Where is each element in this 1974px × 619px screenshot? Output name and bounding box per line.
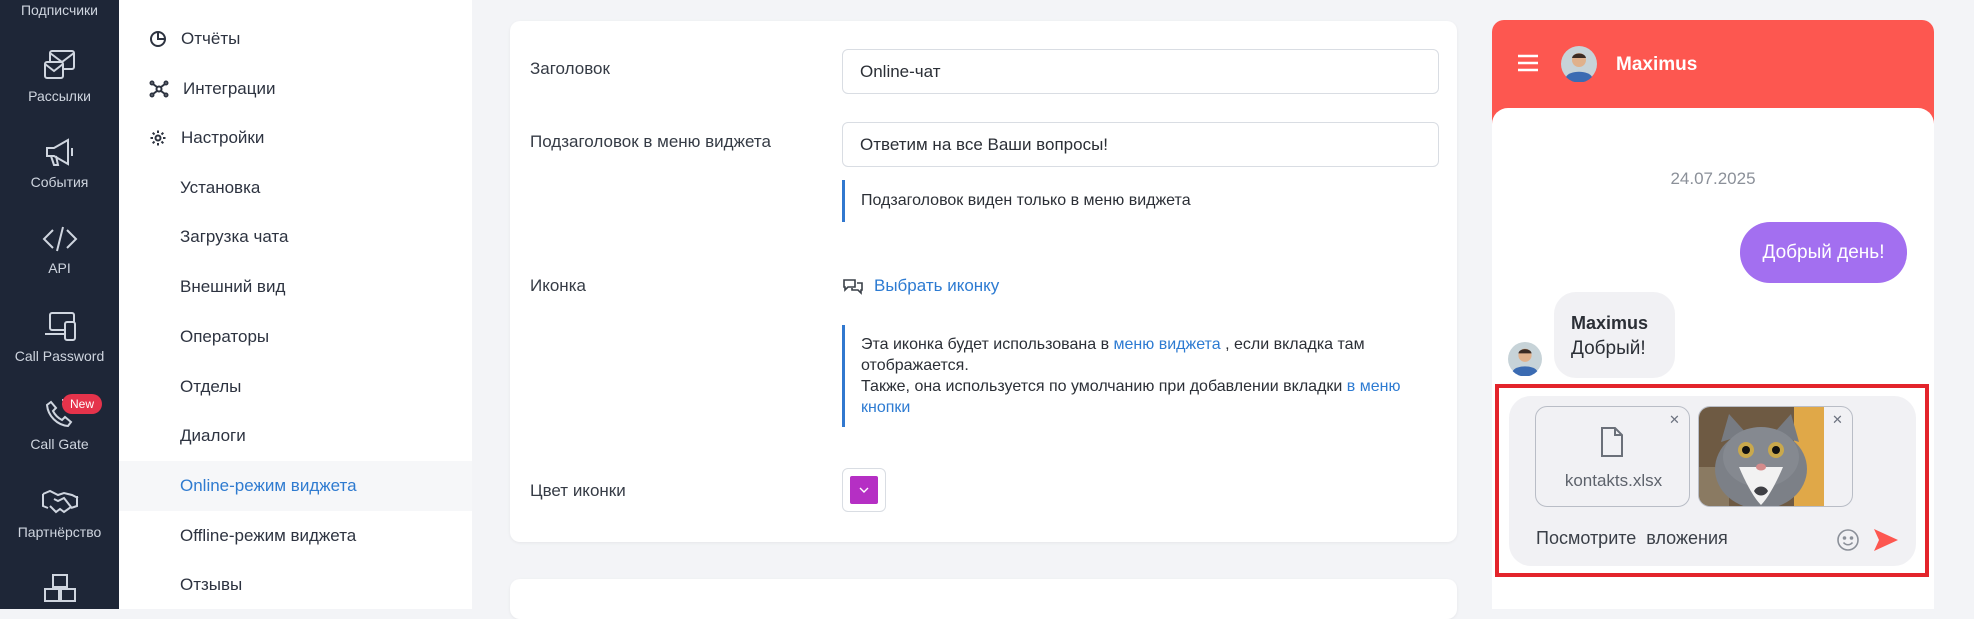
nav-item-dialogs[interactable]: Диалоги bbox=[119, 411, 472, 461]
nav-label: Offline-режим виджета bbox=[180, 526, 357, 545]
chevron-down-icon bbox=[859, 487, 869, 493]
megaphone-icon bbox=[45, 138, 73, 166]
chat-bubbles-icon bbox=[843, 279, 863, 295]
rail-item-mailings[interactable]: Рассылки bbox=[0, 48, 119, 104]
nav-label: Отчёты bbox=[181, 29, 241, 48]
incoming-sender: Maximus bbox=[1571, 313, 1649, 333]
code-icon bbox=[42, 226, 77, 252]
rail-item-call-password[interactable]: Call Password bbox=[0, 310, 119, 364]
nav-label: Отделы bbox=[180, 377, 242, 396]
nav-item-offline-mode[interactable]: Offline-режим виджета bbox=[119, 511, 472, 561]
incoming-message-text: Добрый! bbox=[1571, 338, 1646, 359]
settings-sidebar: Отчёты Интеграции Настройки Установка За… bbox=[119, 0, 472, 609]
rail-item-label: Рассылки bbox=[28, 88, 91, 104]
rail-item-events[interactable]: События bbox=[0, 136, 119, 190]
icon-hint-text-3: Также, она используется по умолчанию при… bbox=[861, 378, 1343, 395]
nav-label: Интеграции bbox=[183, 79, 276, 98]
subtitle-input-value: Ответим на все Ваши вопросы! bbox=[860, 134, 1109, 154]
pie-chart-icon bbox=[150, 31, 166, 47]
incoming-message: Maximus Добрый! bbox=[1554, 292, 1675, 378]
title-input[interactable]: Online-чат bbox=[842, 49, 1439, 94]
nav-item-settings[interactable]: Настройки bbox=[119, 113, 472, 163]
nav-item-reports[interactable]: Отчёты bbox=[119, 14, 472, 64]
nav-item-departments[interactable]: Отделы bbox=[119, 362, 472, 412]
nav-item-install[interactable]: Установка bbox=[119, 163, 472, 213]
nav-label: Online-режим виджета bbox=[180, 476, 357, 495]
nav-item-online-mode[interactable]: Online-режим виджета bbox=[119, 461, 472, 511]
operator-avatar bbox=[1561, 46, 1597, 82]
nav-label: Настройки bbox=[181, 128, 265, 147]
icon-color-label: Цвет иконки bbox=[530, 481, 626, 500]
rail-item-label: Call Gate bbox=[30, 436, 89, 452]
outgoing-message-text: Добрый день! bbox=[1762, 241, 1885, 263]
chat-header: Maximus bbox=[1492, 20, 1934, 108]
nav-item-reviews[interactable]: Отзывы bbox=[119, 560, 472, 610]
nav-item-operators[interactable]: Операторы bbox=[119, 312, 472, 362]
subtitle-label: Подзаголовок в меню виджета bbox=[530, 132, 771, 151]
icon-hint-text-1: Эта иконка будет использована в bbox=[861, 336, 1110, 353]
mailing-icon bbox=[43, 50, 75, 79]
devices-icon bbox=[44, 312, 76, 341]
nav-item-integrations[interactable]: Интеграции bbox=[119, 64, 472, 114]
icon-label: Иконка bbox=[530, 276, 586, 295]
main-sidebar: Подписчики Рассылки События API Call Pas… bbox=[0, 0, 119, 609]
boxes-icon bbox=[43, 574, 76, 602]
color-swatch bbox=[850, 476, 878, 504]
gear-icon bbox=[150, 130, 166, 146]
nav-label: Операторы bbox=[180, 327, 270, 346]
nav-label: Установка bbox=[180, 178, 261, 197]
choose-icon-link[interactable]: Выбрать иконку bbox=[842, 276, 999, 296]
rail-item-api[interactable]: API bbox=[0, 224, 119, 276]
nav-label: Диалоги bbox=[180, 426, 246, 445]
hamburger-menu-icon[interactable] bbox=[1517, 54, 1539, 72]
new-badge: New bbox=[62, 394, 103, 414]
next-card bbox=[510, 579, 1457, 619]
nav-label: Отзывы bbox=[180, 575, 243, 594]
icon-color-picker[interactable] bbox=[842, 468, 886, 512]
nav-label: Внешний вид bbox=[180, 277, 286, 296]
outgoing-message: Добрый день! bbox=[1740, 222, 1907, 283]
rail-item-label: API bbox=[48, 260, 71, 276]
nav-item-appearance[interactable]: Внешний вид bbox=[119, 262, 472, 312]
subtitle-hint: Подзаголовок виден только в меню виджета bbox=[842, 180, 1191, 222]
rail-item-label: Партнёрство bbox=[17, 524, 102, 540]
incoming-avatar bbox=[1508, 342, 1542, 376]
rail-item-label: События bbox=[30, 174, 89, 190]
subtitle-input[interactable]: Ответим на все Ваши вопросы! bbox=[842, 122, 1439, 167]
choose-icon-text: Выбрать иконку bbox=[874, 276, 1000, 295]
operator-name: Maximus bbox=[1616, 54, 1698, 75]
rail-item-subscribers[interactable]: Подписчики bbox=[0, 2, 119, 18]
handshake-icon bbox=[41, 489, 78, 514]
title-label: Заголовок bbox=[530, 59, 610, 78]
rail-item-more[interactable] bbox=[0, 572, 119, 614]
nav-item-chat-loading[interactable]: Загрузка чата bbox=[119, 212, 472, 262]
rail-item-call-gate[interactable]: New Call Gate bbox=[0, 394, 119, 452]
integrations-icon bbox=[149, 80, 169, 98]
icon-hint: Эта иконка будет использована в меню вид… bbox=[842, 325, 1402, 427]
widget-menu-link[interactable]: меню виджета bbox=[1114, 336, 1221, 353]
rail-item-label: Подписчики bbox=[20, 2, 98, 18]
rail-item-partnership[interactable]: Партнёрство bbox=[0, 486, 119, 540]
subtitle-hint-text: Подзаголовок виден только в меню виджета bbox=[861, 192, 1191, 209]
chat-date: 24.07.2025 bbox=[1670, 169, 1756, 188]
nav-label: Загрузка чата bbox=[180, 227, 289, 246]
highlight-box bbox=[1495, 384, 1929, 577]
rail-item-label: Call Password bbox=[14, 348, 105, 364]
title-input-value: Online-чат bbox=[860, 61, 941, 81]
